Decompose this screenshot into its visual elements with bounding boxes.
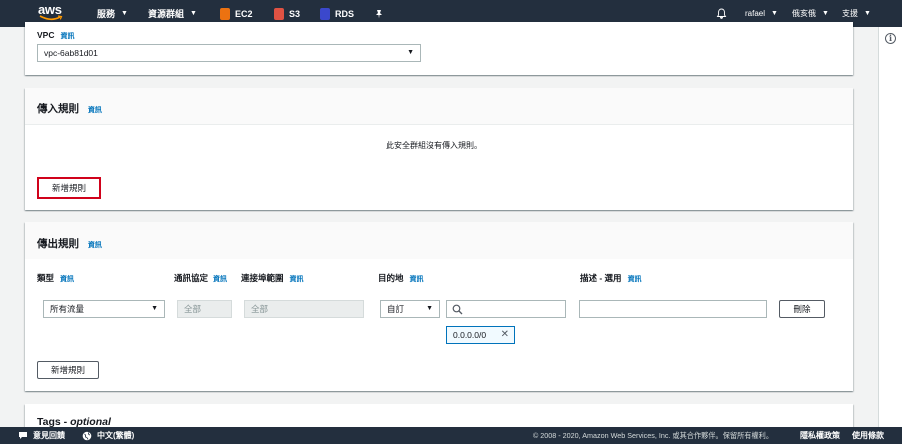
- chevron-down-icon: ▼: [771, 10, 778, 17]
- search-icon: [452, 304, 463, 315]
- chevron-down-icon: ▼: [121, 10, 128, 17]
- privacy-policy-link[interactable]: 隱私權政策: [800, 427, 840, 444]
- inbound-rules-panel: 傳入規則 資訊 此安全群組沒有傳入規則。 新增規則: [25, 88, 853, 210]
- destination-cidr-token: 0.0.0.0/0 ✕: [446, 326, 515, 344]
- globe-icon: [82, 431, 92, 440]
- terms-of-use-link[interactable]: 使用條款: [852, 427, 884, 444]
- account-menu-label: rafael: [745, 9, 766, 18]
- inbound-rules-title-text: 傳入規則: [37, 103, 79, 115]
- aws-smile-icon: [39, 15, 63, 21]
- port-range-info-link[interactable]: 資訊: [290, 276, 304, 283]
- type-select-value: 所有流量: [50, 304, 85, 314]
- inbound-empty-message: 此安全群組沒有傳入規則。: [386, 141, 482, 150]
- feedback-button[interactable]: 意見回饋: [18, 427, 65, 444]
- type-info-link[interactable]: 資訊: [60, 276, 74, 283]
- info-icon[interactable]: i: [885, 33, 896, 44]
- pushpin-icon: [376, 9, 382, 18]
- aws-logo[interactable]: aws: [38, 2, 66, 24]
- column-type-label: 類型: [37, 273, 55, 283]
- bell-icon: [716, 8, 727, 19]
- column-destination: 目的地 資訊: [378, 272, 424, 284]
- feedback-label: 意見回饋: [33, 431, 65, 440]
- column-description-label: 描述 - 選用: [580, 273, 622, 283]
- outbound-rules-panel: 傳出規則 資訊 類型 資訊 通訊協定 資訊 連接埠範圍 資訊 目的地 資訊 描述 - 選…: [25, 222, 853, 391]
- help-panel-rail: i: [878, 27, 902, 427]
- outbound-rules-header: 傳出規則 資訊: [25, 222, 853, 259]
- language-label: 中文(繁體): [97, 431, 135, 440]
- column-port-range-label: 連接埠範圍: [241, 273, 284, 283]
- outbound-info-link[interactable]: 資訊: [88, 242, 102, 249]
- protocol-info-link[interactable]: 資訊: [213, 276, 227, 283]
- vpc-label: VPC 資訊: [37, 30, 74, 41]
- vpc-info-link[interactable]: 資訊: [60, 33, 74, 40]
- caret-down-icon: ▼: [426, 305, 433, 312]
- type-select[interactable]: 所有流量 ▼: [43, 300, 165, 318]
- outbound-rules-title-text: 傳出規則: [37, 238, 79, 250]
- vpc-select[interactable]: vpc-6ab81d01 ▼: [37, 44, 421, 62]
- column-port-range: 連接埠範圍 資訊: [241, 272, 304, 284]
- outbound-add-rule-button[interactable]: 新增規則: [37, 361, 99, 379]
- destination-cidr-value: 0.0.0.0/0: [453, 330, 487, 340]
- caret-down-icon: ▼: [407, 49, 414, 56]
- inbound-rules-header: 傳入規則 資訊: [25, 88, 853, 125]
- vpc-select-value: vpc-6ab81d01: [44, 48, 98, 58]
- column-destination-label: 目的地: [378, 273, 404, 283]
- inbound-add-rule-button[interactable]: 新增規則: [40, 179, 98, 197]
- language-selector[interactable]: 中文(繁體): [82, 427, 134, 444]
- caret-down-icon: ▼: [151, 305, 158, 312]
- vpc-panel: VPC 資訊 vpc-6ab81d01 ▼: [25, 22, 853, 75]
- destination-info-link[interactable]: 資訊: [410, 276, 424, 283]
- chevron-down-icon: ▼: [864, 10, 871, 17]
- description-info-link[interactable]: 資訊: [628, 276, 642, 283]
- s3-service-icon: [274, 7, 284, 20]
- services-menu-label: 服務: [97, 9, 116, 19]
- column-protocol-label: 通訊協定: [174, 273, 209, 283]
- column-protocol: 通訊協定 資訊: [174, 272, 236, 284]
- outbound-rules-title: 傳出規則 資訊: [37, 236, 102, 251]
- chevron-down-icon: ▼: [822, 10, 829, 17]
- copyright-text: © 2008 - 2020, Amazon Web Services, Inc.…: [533, 430, 774, 440]
- inbound-rules-title: 傳入規則 資訊: [37, 101, 102, 116]
- chevron-down-icon: ▼: [190, 10, 197, 17]
- favorite-ec2-label: EC2: [235, 8, 253, 19]
- inbound-info-link[interactable]: 資訊: [88, 107, 102, 114]
- ec2-service-icon: [220, 7, 230, 20]
- speech-bubble-icon: [19, 432, 27, 439]
- destination-search-input[interactable]: [446, 300, 566, 318]
- protocol-field: 全部: [177, 300, 232, 318]
- port-range-field: 全部: [244, 300, 364, 318]
- column-description: 描述 - 選用 資訊: [580, 272, 642, 284]
- close-icon[interactable]: ✕: [501, 327, 509, 343]
- resource-groups-menu-label: 資源群組: [148, 9, 185, 19]
- delete-rule-button[interactable]: 刪除: [779, 300, 825, 318]
- favorite-s3-label: S3: [289, 8, 301, 19]
- vpc-label-text: VPC: [37, 30, 55, 40]
- region-menu-label: 俄亥俄: [792, 9, 816, 18]
- console-footer: 意見回饋 中文(繁體) © 2008 - 2020, Amazon Web Se…: [0, 427, 902, 444]
- favorite-rds-label: RDS: [335, 8, 355, 19]
- destination-mode-value: 自訂: [387, 304, 405, 314]
- destination-mode-select[interactable]: 自訂 ▼: [380, 300, 440, 318]
- description-input[interactable]: [579, 300, 767, 318]
- column-type: 類型 資訊: [37, 272, 74, 284]
- rds-service-icon: [320, 7, 330, 20]
- support-menu-label: 支援: [842, 9, 858, 18]
